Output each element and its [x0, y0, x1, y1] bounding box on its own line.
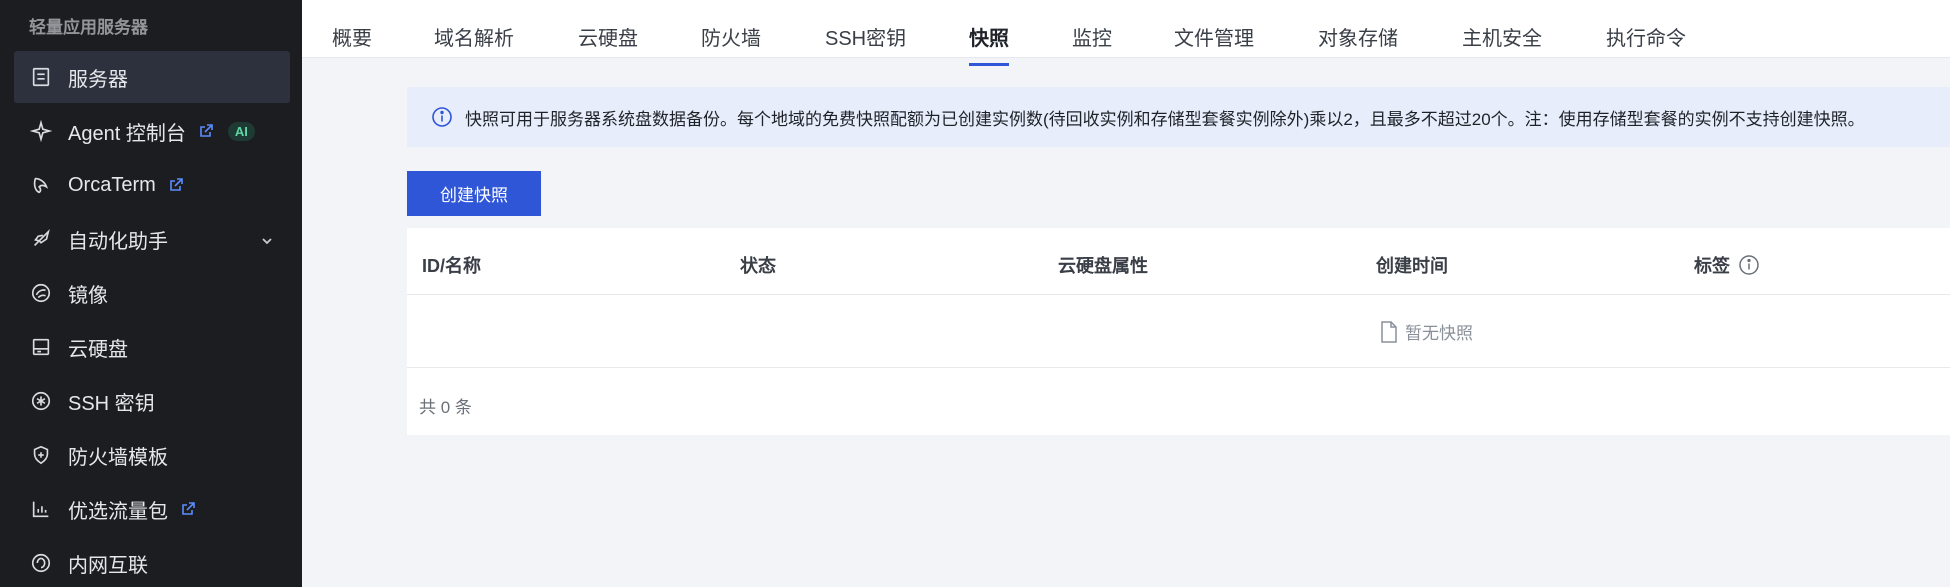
sidebar-item-images[interactable]: 镜像 — [14, 267, 290, 319]
rocket-icon — [29, 227, 53, 251]
external-link-icon[interactable] — [198, 123, 214, 139]
tab-ssh-key[interactable]: SSH密钥 — [825, 22, 906, 51]
sidebar-item-agent-console[interactable]: Agent 控制台 AI — [14, 105, 290, 157]
notice-text: 快照可用于服务器系统盘数据备份。每个地域的免费快照配额为已创建实例数(待回收实例… — [465, 109, 1865, 129]
chart-icon — [29, 497, 53, 521]
tab-run-command[interactable]: 执行命令 — [1606, 22, 1686, 51]
column-header-disk-attribute: 云硬盘属性 — [1058, 256, 1148, 276]
tab-file-manager[interactable]: 文件管理 — [1174, 22, 1254, 51]
sidebar: 轻量应用服务器 服务器 Agent 控制台 AI OrcaTerm 自动化助手 … — [0, 0, 302, 587]
image-disc-icon — [29, 281, 53, 305]
sidebar-title: 轻量应用服务器 — [29, 18, 148, 37]
sidebar-item-label: OrcaTerm — [68, 173, 156, 196]
orca-icon — [29, 173, 53, 197]
sidebar-item-firewall-template[interactable]: 防火墙模板 — [14, 429, 290, 481]
snapshot-table: ID/名称 状态 云硬盘属性 创建时间 标签 暂无快照 共 0 条 — [407, 228, 1950, 435]
info-icon[interactable] — [1738, 254, 1760, 276]
sidebar-item-cloud-disk[interactable]: 云硬盘 — [14, 321, 290, 373]
tab-overview[interactable]: 概要 — [332, 22, 372, 51]
external-link-icon[interactable] — [168, 177, 184, 193]
asterisk-icon — [29, 389, 53, 413]
sidebar-item-label: SSH 密钥 — [68, 392, 155, 415]
sidebar-item-intranet[interactable]: 内网互联 — [14, 537, 290, 587]
sidebar-item-label: 云硬盘 — [68, 338, 128, 361]
column-header-created-time: 创建时间 — [1376, 256, 1448, 276]
network-icon — [29, 551, 53, 575]
sidebar-item-label: 镜像 — [68, 284, 108, 307]
ai-badge: AI — [227, 121, 255, 141]
tab-bar: 概要 域名解析 云硬盘 防火墙 SSH密钥 快照 监控 文件管理 对象存储 主机… — [302, 0, 1950, 66]
sparkle-icon — [29, 119, 53, 143]
column-header-tags-wrapper: 标签 — [1694, 252, 1760, 278]
external-link-icon[interactable] — [180, 501, 196, 517]
tab-snapshot[interactable]: 快照 — [969, 22, 1009, 66]
sidebar-item-orcaterm[interactable]: OrcaTerm — [14, 159, 290, 211]
info-notice: 快照可用于服务器系统盘数据备份。每个地域的免费快照配额为已创建实例数(待回收实例… — [407, 87, 1950, 147]
sidebar-item-label: 内网互联 — [68, 554, 148, 577]
total-count: 共 0 条 — [419, 398, 472, 417]
create-snapshot-button[interactable]: 创建快照 — [407, 171, 541, 216]
sidebar-item-traffic-package[interactable]: 优选流量包 — [14, 483, 290, 535]
chevron-down-icon[interactable] — [260, 231, 274, 245]
tab-dns[interactable]: 域名解析 — [434, 22, 514, 51]
document-icon — [1379, 320, 1399, 344]
table-header: ID/名称 状态 云硬盘属性 创建时间 标签 — [407, 228, 1950, 295]
info-icon — [431, 106, 453, 128]
empty-text: 暂无快照 — [1405, 324, 1473, 343]
empty-state: 暂无快照 — [1379, 319, 1473, 344]
tab-host-security[interactable]: 主机安全 — [1462, 22, 1542, 51]
sidebar-item-automation[interactable]: 自动化助手 — [14, 213, 290, 265]
server-icon — [29, 65, 53, 89]
sidebar-item-label: 服务器 — [68, 68, 128, 91]
empty-row: 暂无快照 — [407, 295, 1950, 368]
sidebar-item-server[interactable]: 服务器 — [14, 51, 290, 103]
tab-firewall[interactable]: 防火墙 — [701, 22, 761, 51]
sidebar-item-label: 自动化助手 — [68, 230, 168, 253]
column-header-status: 状态 — [740, 256, 776, 276]
sidebar-item-ssh-key[interactable]: SSH 密钥 — [14, 375, 290, 427]
disk-icon — [29, 335, 53, 359]
sidebar-item-label: 优选流量包 — [68, 500, 168, 523]
sidebar-item-label: 防火墙模板 — [68, 446, 168, 469]
tab-object-storage[interactable]: 对象存储 — [1318, 22, 1398, 51]
column-header-id-name: ID/名称 — [422, 256, 482, 276]
shield-icon — [29, 443, 53, 467]
tab-cloud-disk[interactable]: 云硬盘 — [578, 22, 638, 51]
sidebar-nav: 服务器 Agent 控制台 AI OrcaTerm 自动化助手 镜像 云硬盘 S… — [14, 51, 290, 587]
column-header-tags: 标签 — [1694, 256, 1730, 276]
tab-monitor[interactable]: 监控 — [1072, 22, 1112, 51]
sidebar-item-label: Agent 控制台 — [68, 122, 186, 145]
